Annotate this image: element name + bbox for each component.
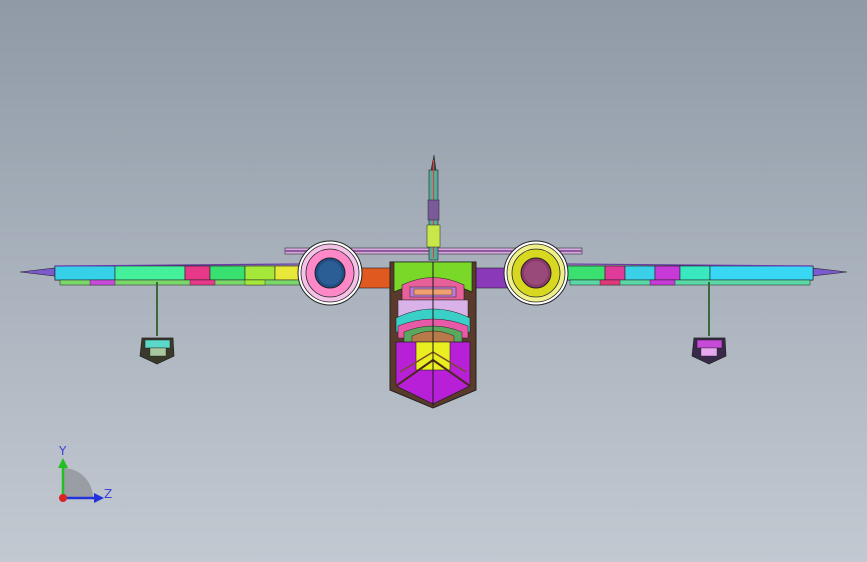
y-axis-arrow-icon <box>58 458 68 468</box>
z-axis-label: Z <box>104 487 112 501</box>
left-float[interactable] <box>139 282 175 365</box>
orientation-triad[interactable]: Y Z <box>58 444 112 503</box>
fuselage-hull[interactable] <box>389 261 477 409</box>
triad-plane-indicator <box>63 468 93 498</box>
left-wing[interactable] <box>19 263 306 286</box>
x-axis-dot-icon <box>59 494 67 502</box>
vertical-fin[interactable] <box>426 154 441 261</box>
left-engine[interactable] <box>297 240 363 306</box>
right-wing[interactable] <box>564 263 848 286</box>
cad-viewport[interactable]: Y Z <box>0 0 867 562</box>
right-float[interactable] <box>691 282 727 365</box>
model-canvas[interactable]: Y Z <box>0 0 867 562</box>
z-axis-arrow-icon <box>94 493 104 503</box>
right-engine[interactable] <box>503 240 569 306</box>
y-axis-label: Y <box>58 444 67 458</box>
